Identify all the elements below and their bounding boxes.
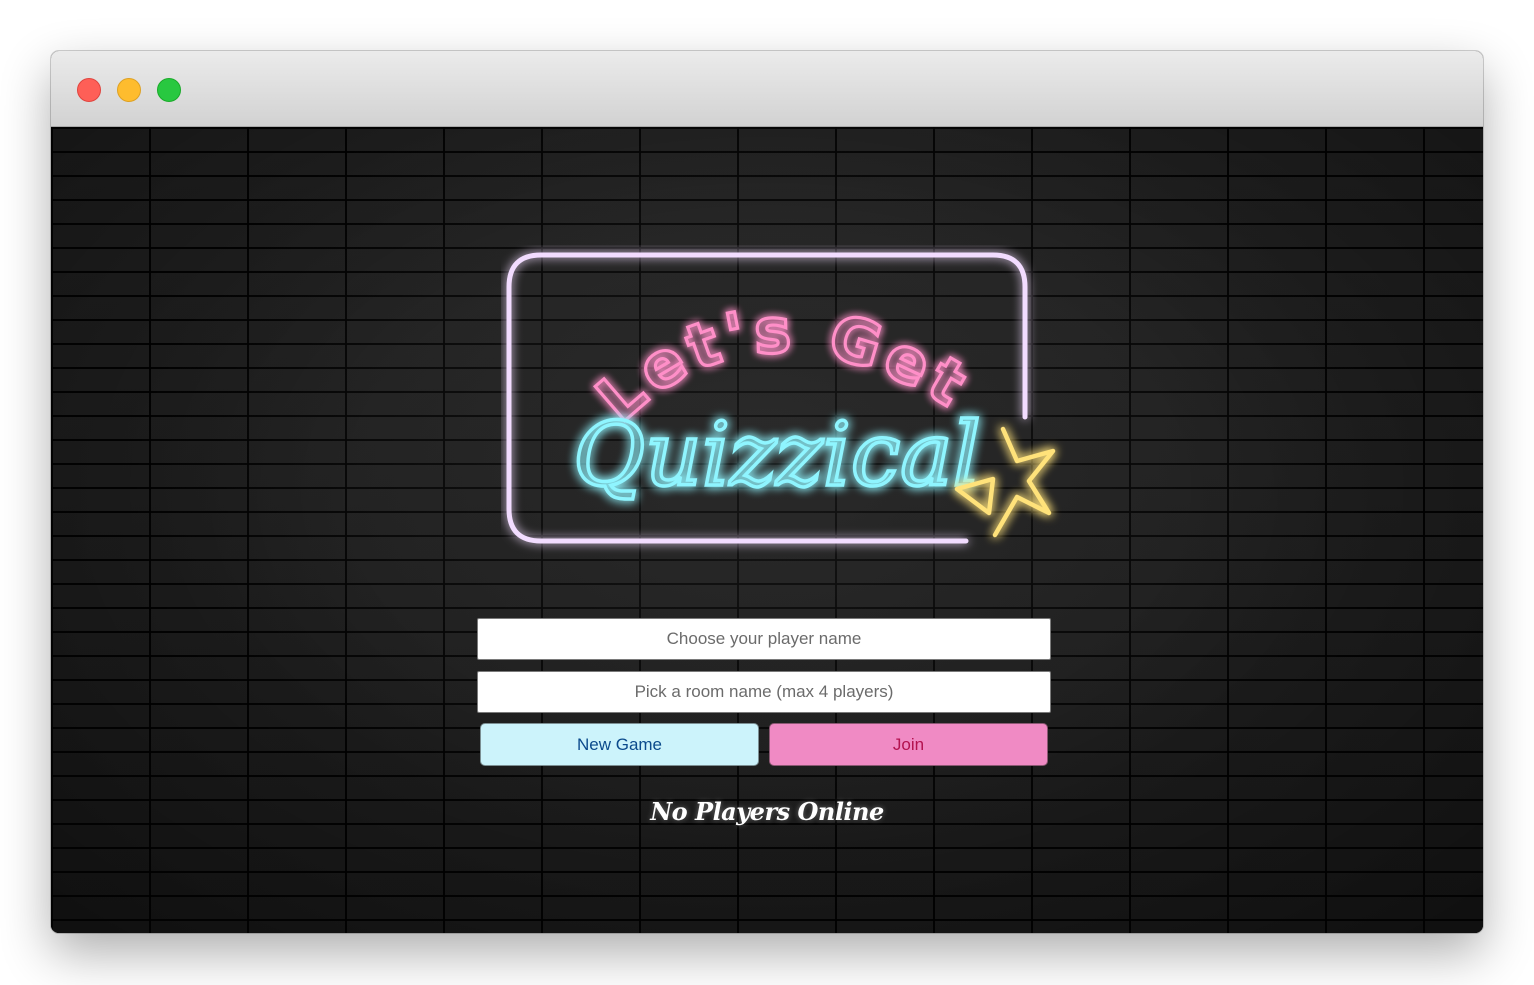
- minimize-window-button[interactable]: [117, 78, 141, 102]
- browser-window: Let's Get Quizzical New Game Join No Pla…: [51, 51, 1483, 933]
- join-form: New Game Join: [477, 618, 1051, 766]
- player-name-input[interactable]: [477, 618, 1051, 660]
- title-bar: [51, 51, 1483, 127]
- join-button[interactable]: Join: [769, 723, 1048, 766]
- close-window-button[interactable]: [77, 78, 101, 102]
- game-lobby: Let's Get Quizzical New Game Join No Pla…: [51, 127, 1483, 933]
- players-online-status: No Players Online: [650, 797, 884, 826]
- action-buttons: New Game Join: [477, 723, 1051, 766]
- neon-logo: Let's Get Quizzical: [506, 252, 1056, 544]
- logo-line-2: Quizzical: [573, 403, 981, 506]
- room-name-input[interactable]: [477, 671, 1051, 713]
- new-game-button[interactable]: New Game: [480, 723, 759, 766]
- maximize-window-button[interactable]: [157, 78, 181, 102]
